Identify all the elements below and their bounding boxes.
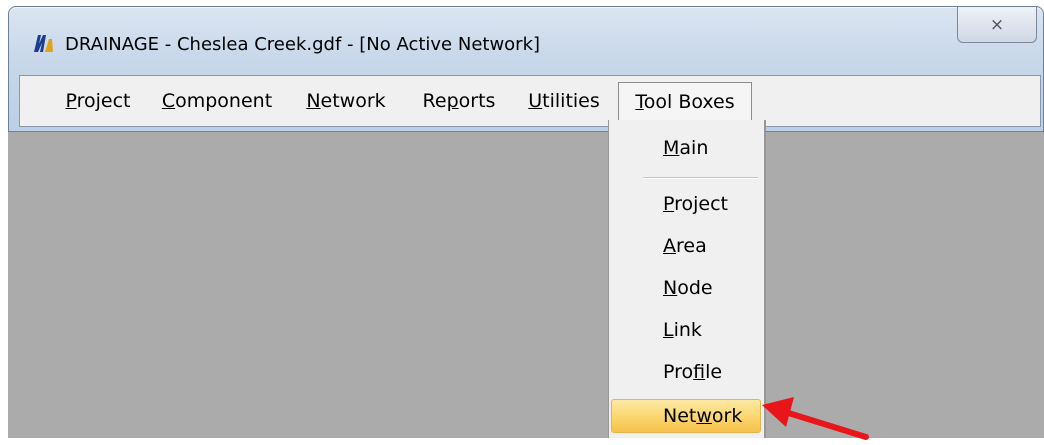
menu-project[interactable]: Project (56, 86, 140, 116)
workspace-area (8, 130, 1044, 438)
menu-utilities[interactable]: Utilities (518, 86, 610, 116)
menu-network[interactable]: Network (297, 86, 395, 116)
menu-reports[interactable]: Reports (411, 86, 507, 116)
window-title: DRAINAGE - Cheslea Creek.gdf - [No Activ… (65, 34, 541, 55)
menu-tool-boxes[interactable]: Tool Boxes (618, 82, 752, 124)
dropdown-icon-column (609, 120, 643, 438)
app-window: DRAINAGE - Cheslea Creek.gdf - [No Activ… (8, 6, 1044, 132)
dropdown-separator (643, 177, 758, 179)
dropdown-item-project[interactable]: Project (663, 188, 728, 220)
drainage-app-icon (34, 35, 53, 52)
dropdown-item-profile[interactable]: Profile (663, 356, 722, 388)
menu-bar: Project Component Network Reports Utilit… (19, 75, 1041, 127)
tool-boxes-dropdown: Main Project Area Node Link Profile Netw… (608, 120, 766, 438)
dropdown-item-area[interactable]: Area (663, 230, 707, 262)
dropdown-item-node[interactable]: Node (663, 272, 713, 304)
dropdown-item-main[interactable]: Main (663, 132, 708, 164)
dropdown-item-network[interactable]: Network (663, 400, 742, 432)
close-icon: ⨯ (989, 14, 1005, 35)
menu-component[interactable]: Component (153, 86, 281, 116)
close-button[interactable]: ⨯ (957, 7, 1037, 43)
dropdown-item-link[interactable]: Link (663, 314, 702, 346)
